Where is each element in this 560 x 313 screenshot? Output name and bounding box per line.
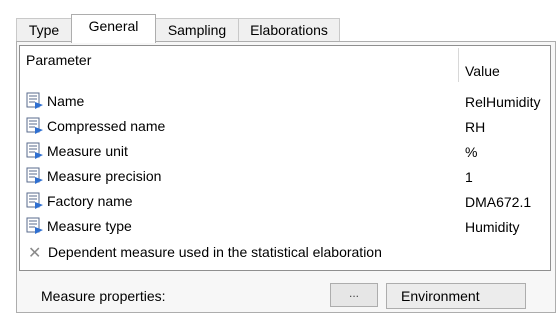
row-value: RelHumidity [465, 94, 541, 110]
column-divider[interactable] [458, 48, 459, 82]
row-value: 1 [465, 169, 473, 185]
table-row[interactable]: Measure type Humidity [20, 216, 550, 236]
row-value: Humidity [465, 219, 520, 235]
table-row[interactable]: Factory name DMA672.1 [20, 191, 550, 211]
row-value: RH [465, 119, 486, 135]
row-label: Measure precision [47, 168, 162, 184]
row-label: Name [47, 93, 85, 109]
row-label: Compressed name [47, 118, 166, 134]
property-icon [26, 92, 43, 109]
dependent-measure-label: Dependent measure used in the statistica… [48, 244, 382, 260]
tab-sampling[interactable]: Sampling [155, 18, 239, 42]
close-icon: ✕ [28, 245, 42, 262]
table-row[interactable]: Measure unit % [20, 141, 550, 161]
environment-field[interactable]: Environment [386, 283, 526, 309]
property-icon [26, 142, 43, 159]
general-panel: Parameter Value Name RelHumidity Compres… [16, 41, 556, 313]
value-column-header[interactable]: Value [465, 63, 500, 79]
row-label: Factory name [47, 193, 133, 209]
row-value: % [465, 144, 478, 160]
tab-general[interactable]: General [71, 14, 156, 43]
browse-button[interactable]: ... [330, 283, 378, 307]
property-icon [26, 117, 43, 134]
table-row[interactable]: Measure precision 1 [20, 166, 550, 186]
row-label: Measure unit [47, 143, 128, 159]
parameter-grid: Parameter Value Name RelHumidity Compres… [19, 45, 551, 271]
property-icon [26, 192, 43, 209]
row-value: DMA672.1 [465, 194, 532, 210]
tab-elaborations[interactable]: Elaborations [238, 18, 340, 42]
measure-properties-label: Measure properties: [41, 288, 166, 304]
property-icon [26, 167, 43, 184]
row-label: Measure type [47, 218, 132, 234]
property-icon [26, 217, 43, 234]
table-row[interactable]: Compressed name RH [20, 116, 550, 136]
dependent-measure-row[interactable]: ✕ Dependent measure used in the statisti… [20, 242, 550, 264]
table-row[interactable]: Name RelHumidity [20, 91, 550, 111]
grid-header: Parameter Value [20, 46, 550, 84]
parameter-column-header[interactable]: Parameter [26, 52, 91, 68]
tab-type[interactable]: Type [16, 18, 72, 42]
